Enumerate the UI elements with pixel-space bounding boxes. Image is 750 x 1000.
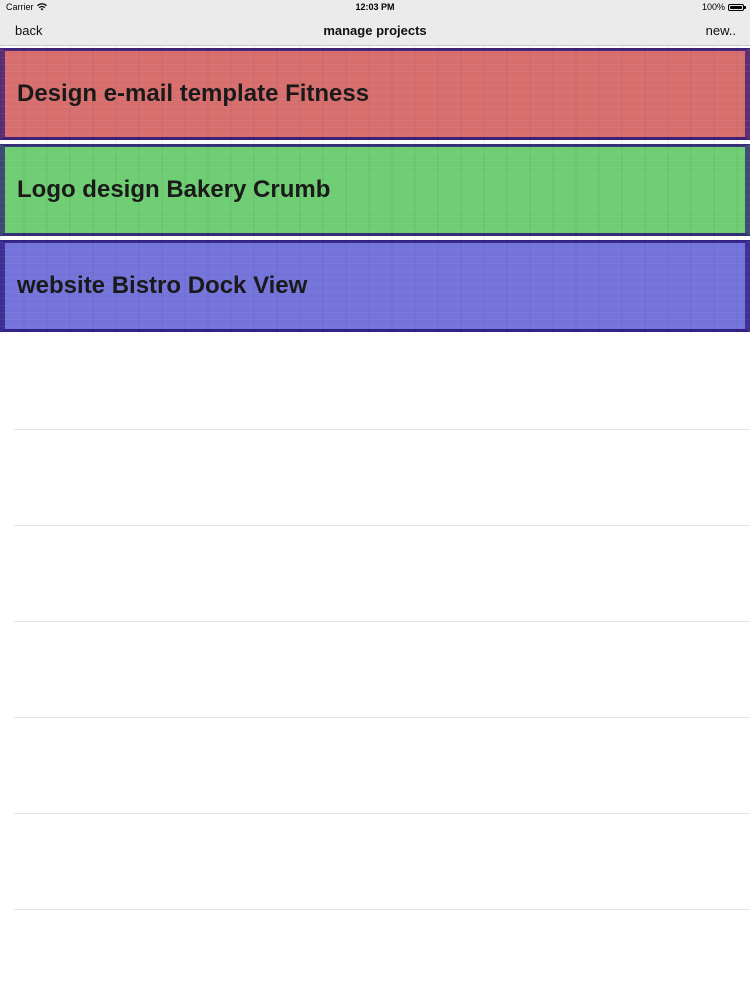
project-label: website Bistro Dock View [17,272,308,299]
empty-row [14,526,750,622]
project-label: Logo design Bakery Crumb [17,176,331,203]
empty-row [14,334,750,430]
status-time: 12:03 PM [355,2,395,12]
page-title: manage projects [323,23,427,38]
new-project-button[interactable]: new.. [706,23,736,38]
app-screen: Carrier 12:03 PM 100% back manage projec… [0,0,750,1000]
navigation-bar: back manage projects new.. [0,16,750,46]
empty-row [14,430,750,526]
project-row[interactable]: Design e-mail template Fitness [0,46,750,142]
battery-fill [730,5,742,9]
battery-percent: 100% [701,2,725,12]
empty-row [14,622,750,718]
empty-row [14,718,750,814]
status-bar: Carrier 12:03 PM 100% [0,0,750,16]
battery-icon [728,3,746,11]
project-row[interactable]: Logo design Bakery Crumb [0,142,750,238]
project-list: Design e-mail template Fitness Logo desi… [0,46,750,334]
empty-table-rows [0,334,750,910]
empty-row [14,814,750,910]
project-row[interactable]: website Bistro Dock View [0,238,750,334]
project-label: Design e-mail template Fitness [17,80,370,107]
status-right: 100% [701,2,746,12]
